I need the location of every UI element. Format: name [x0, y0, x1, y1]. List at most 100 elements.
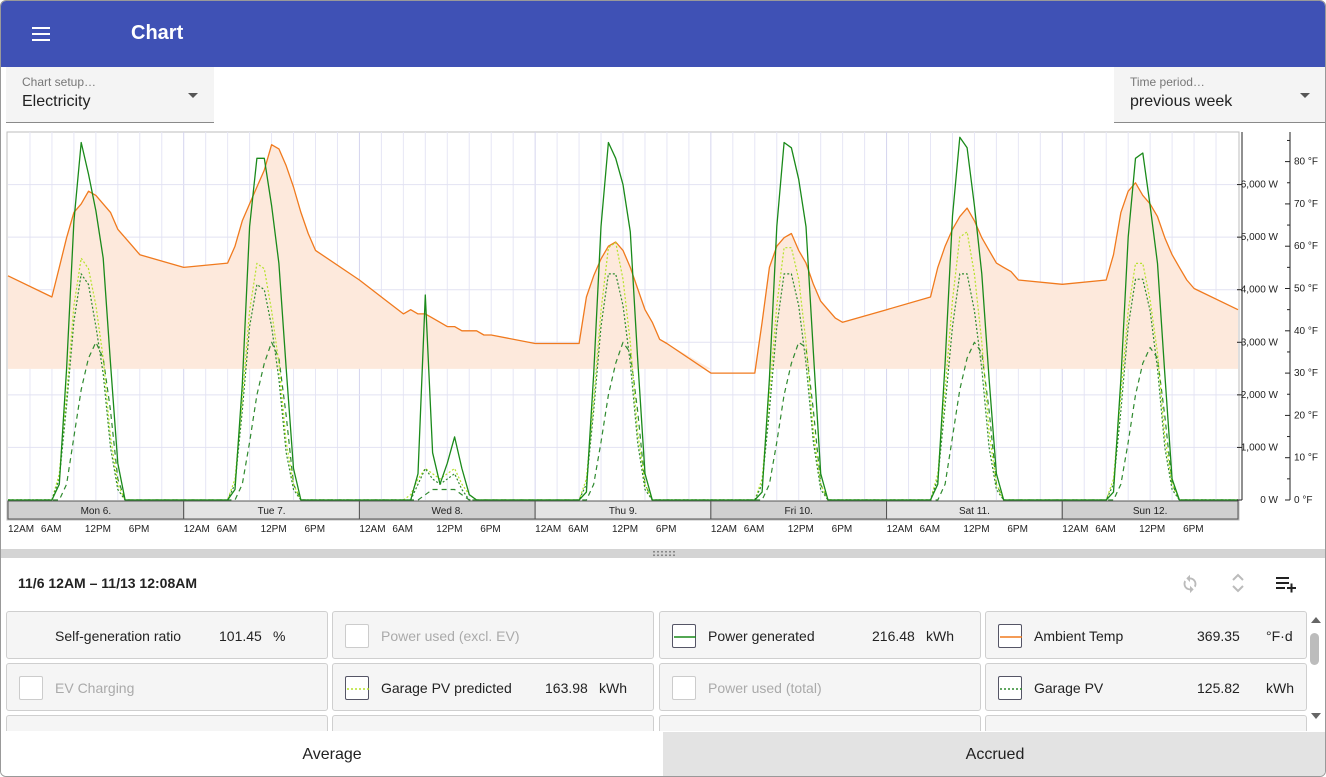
series-swatch[interactable] [672, 676, 696, 700]
y-tick-label-watts: 1,000 W [1241, 442, 1279, 453]
series-card[interactable]: Garage PV predicted 163.98 kWh [332, 663, 654, 711]
series-card[interactable] [332, 715, 654, 731]
day-label: Wed 8. [432, 506, 464, 517]
series-swatch[interactable] [998, 676, 1022, 700]
series-swatch[interactable] [672, 624, 696, 648]
x-axis-ticks: 12AM 6AM 12PM 6PM 12AM 6AM 12PM 6PM 12AM 6AM 12PM 6… [8, 524, 1204, 535]
pane-splitter[interactable] [1, 549, 1325, 558]
series-card[interactable]: Power generated 216.48 kWh [659, 611, 981, 659]
series-card[interactable]: Garage PV 125.82 kWh [985, 663, 1307, 711]
chart-setup-select[interactable]: Chart setup… Electricity [6, 67, 214, 123]
y-tick-label-fahrenheit: 80 °F [1294, 157, 1318, 168]
hour-tick-label: 6AM [41, 524, 62, 535]
series-swatch[interactable] [998, 624, 1022, 648]
series-card[interactable]: Garage PV (SMA [6, 715, 328, 731]
y-tick-label-fahrenheit: 10 °F [1294, 453, 1318, 464]
series-card-unit: kWh [599, 680, 627, 696]
y-tick-label-watts: 6,000 W [1241, 180, 1279, 191]
chart-setup-label: Chart setup… [22, 75, 97, 89]
series-card-value: 101.45 [219, 628, 262, 644]
series-swatch[interactable] [345, 676, 369, 700]
hour-tick-label: 12PM [436, 524, 462, 535]
series-card-name: Self-generation ratio [55, 628, 182, 644]
series-card-value: 163.98 [545, 680, 588, 696]
tab-accrued[interactable]: Accrued [663, 732, 1325, 776]
drag-handle-icon [652, 550, 676, 557]
y-tick-label-watts: 0 W [1260, 495, 1278, 506]
day-label: Fri 10. [785, 506, 813, 517]
y-tick-label-watts: 2,000 W [1241, 390, 1279, 401]
y-tick-label-fahrenheit: 60 °F [1294, 241, 1318, 252]
day-label: Mon 6. [81, 506, 112, 517]
series-card-value: 369.35 [1197, 628, 1240, 644]
app-bar: Chart [1, 1, 1325, 67]
series-card[interactable]: Power used (total) [659, 663, 981, 711]
hour-tick-label: 12PM [261, 524, 287, 535]
hour-tick-label: 6AM [744, 524, 765, 535]
hour-tick-label: 12AM [359, 524, 385, 535]
series-card-unit: kWh [926, 628, 954, 644]
hour-tick-label: 6AM [568, 524, 589, 535]
series-card-unit: kWh [1266, 680, 1294, 696]
add-series-icon[interactable] [1271, 569, 1299, 597]
series-card[interactable]: Self-generation ratio 101.45% [6, 611, 328, 659]
scroll-up-icon[interactable] [1311, 617, 1321, 623]
y-tick-label-watts: 3,000 W [1241, 337, 1279, 348]
time-period-value: previous week [1130, 93, 1233, 110]
series-swatch[interactable] [345, 624, 369, 648]
y-axis-fahrenheit: 0 °F 10 °F 20 °F 30 °F 40 °F 50 °F 60 °F 70 °F 8… [1285, 132, 1318, 506]
chevron-down-icon [188, 93, 198, 98]
series-card-unit: % [273, 628, 286, 644]
hour-tick-label: 6PM [1183, 524, 1204, 535]
hour-tick-label: 12PM [85, 524, 111, 535]
series-card-name: Power used (total) [708, 680, 822, 696]
date-range-label: 11/6 12AM – 11/13 12:08AM [18, 575, 198, 591]
series-card-name: EV Charging [55, 680, 135, 696]
day-label: Sat 11. [959, 506, 990, 517]
series-card-name: Ambient Temp [1034, 628, 1124, 644]
y-tick-label-fahrenheit: 0 °F [1294, 495, 1312, 506]
y-tick-label-fahrenheit: 40 °F [1294, 326, 1318, 337]
series-card-value: 216.48 [872, 628, 915, 644]
day-band: Mon 6. Tue 7. Wed 8. Thu 9. Fri 10. Sat 11. Su… [7, 500, 1239, 520]
hour-tick-label: 6AM [392, 524, 413, 535]
y-tick-label-watts: 5,000 W [1241, 232, 1279, 243]
scroll-thumb[interactable] [1310, 633, 1319, 665]
page-title: Chart [131, 22, 184, 44]
series-card[interactable]: Power used (excl. EV) [332, 611, 654, 659]
hour-tick-label: 6AM [1095, 524, 1116, 535]
scroll-down-icon[interactable] [1311, 713, 1321, 719]
hour-tick-label: 12PM [788, 524, 814, 535]
refresh-icon[interactable] [1176, 569, 1204, 597]
expand-vertical-icon[interactable] [1224, 569, 1252, 597]
cards-scrollbar[interactable] [1309, 611, 1323, 731]
series-swatch[interactable] [19, 676, 43, 700]
y-tick-label-fahrenheit: 20 °F [1294, 410, 1318, 421]
hour-tick-label: 6PM [656, 524, 677, 535]
series-cards: Self-generation ratio 101.45% Power used (… [6, 611, 1308, 731]
series-card[interactable] [659, 715, 981, 731]
hour-tick-label: 12AM [8, 524, 34, 535]
hour-tick-label: 12AM [184, 524, 210, 535]
hour-tick-label: 12AM [711, 524, 737, 535]
series-card[interactable]: EV Charging [6, 663, 328, 711]
hour-tick-label: 6PM [305, 524, 326, 535]
time-period-label: Time period… [1130, 75, 1205, 89]
hour-tick-label: 6PM [129, 524, 150, 535]
hour-tick-label: 12AM [535, 524, 561, 535]
series-card-name: Power generated [708, 628, 815, 644]
chevron-down-icon [1300, 93, 1310, 98]
hour-tick-label: 6PM [480, 524, 501, 535]
y-tick-label-watts: 4,000 W [1241, 285, 1279, 296]
series-card-name: Garage PV [1034, 680, 1104, 696]
tab-average[interactable]: Average [1, 732, 663, 776]
y-axis-watts: 0 W 1,000 W 2,000 W 3,000 W 4,000 W 5,000 W 6,… [1237, 132, 1279, 506]
energy-chart[interactable]: Mon 6. Tue 7. Wed 8. Thu 9. Fri 10. Sat 11. Su… [1, 129, 1326, 545]
series-card[interactable]: Ambient Temp 369.35 °F·d [985, 611, 1307, 659]
series-card-value: 125.82 [1197, 680, 1240, 696]
time-period-select[interactable]: Time period… previous week [1114, 67, 1325, 123]
series-card-unit: °F·d [1266, 628, 1293, 644]
hamburger-menu-icon[interactable] [25, 22, 53, 46]
hour-tick-label: 6PM [1007, 524, 1028, 535]
series-card[interactable] [985, 715, 1307, 731]
